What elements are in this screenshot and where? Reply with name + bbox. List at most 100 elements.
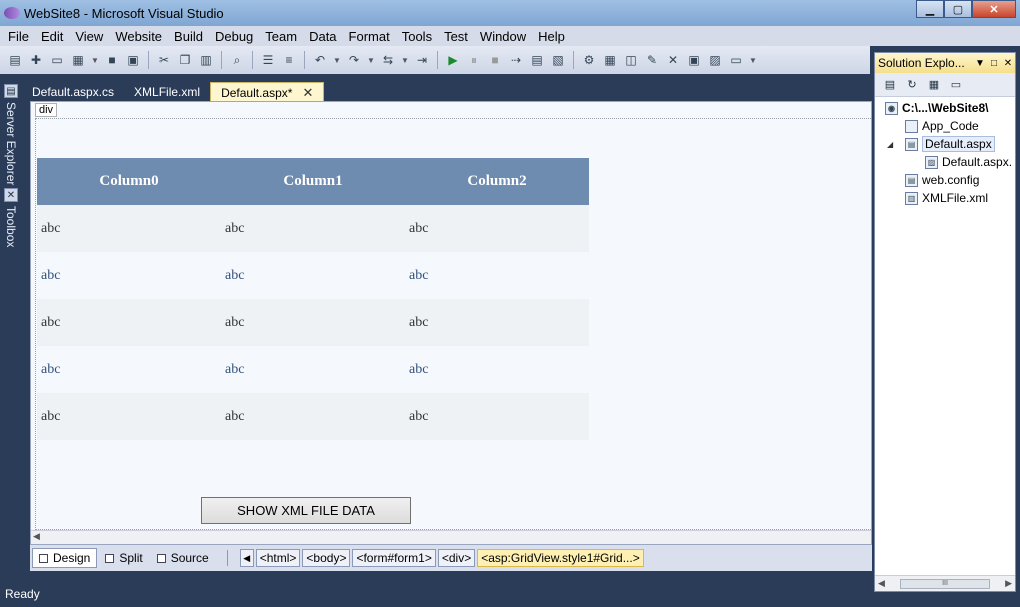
solution-explorer-icon[interactable]: ▦ (601, 51, 619, 69)
menu-website[interactable]: Website (109, 29, 168, 44)
maximize-panel-icon[interactable]: □ (987, 58, 1001, 69)
tree-item-web-config[interactable]: ▤ web.config (875, 171, 1015, 189)
view-code-icon[interactable]: ▭ (947, 76, 965, 94)
cut-icon[interactable]: ✂ (155, 51, 173, 69)
menu-test[interactable]: Test (438, 29, 474, 44)
menu-data[interactable]: Data (303, 29, 342, 44)
tag-nav-left-icon[interactable]: ◀ (239, 549, 254, 567)
menu-help[interactable]: Help (532, 29, 571, 44)
dropdown-arrow-icon[interactable]: ▼ (400, 51, 410, 69)
grid-cell: abc (405, 393, 589, 440)
menu-window[interactable]: Window (474, 29, 532, 44)
find-icon[interactable]: ⌕ (228, 51, 246, 69)
navigate-forward-icon[interactable]: ⇥ (413, 51, 431, 69)
gridview[interactable]: Column0 Column1 Column2 abc abc abc abc … (37, 158, 589, 440)
tools-icon[interactable]: ✕ (664, 51, 682, 69)
menu-team[interactable]: Team (259, 29, 303, 44)
source-view-button[interactable]: Source (151, 548, 215, 568)
server-explorer-tab[interactable]: ▤ Server Explorer (2, 84, 20, 185)
scroll-thumb[interactable]: III (900, 578, 990, 589)
toolbox-tab[interactable]: ✕ Toolbox (2, 188, 20, 247)
dropdown-arrow-icon[interactable]: ▼ (90, 51, 100, 69)
tree-item-label: App_Code (922, 119, 979, 133)
close-tab-icon[interactable]: ✕ (302, 85, 313, 101)
design-surface[interactable]: div Column0 Column1 Column2 abc abc abc … (30, 101, 872, 545)
tag-form[interactable]: <form#form1> (352, 549, 436, 567)
add-item-icon[interactable]: ✚ (27, 51, 45, 69)
copy-icon[interactable]: ❐ (176, 51, 194, 69)
scroll-left-icon[interactable]: ◀ (33, 531, 40, 542)
save-all-icon[interactable]: ▣ (124, 51, 142, 69)
config-file-icon: ▤ (905, 173, 918, 187)
redo-icon[interactable]: ↷ (345, 51, 363, 69)
tree-item-app-code[interactable]: App_Code (875, 117, 1015, 135)
grid-cell: abc (221, 346, 405, 393)
dropdown-arrow-icon[interactable]: ▼ (332, 51, 342, 69)
close-button[interactable]: ✕ (972, 0, 1016, 18)
collapse-arrow-icon[interactable]: ◢ (887, 140, 893, 149)
add-icon[interactable]: ▦ (69, 51, 87, 69)
navigate-icon[interactable]: ⇆ (379, 51, 397, 69)
toolbox-icon[interactable]: ✎ (643, 51, 661, 69)
refresh-icon[interactable]: ↻ (903, 76, 921, 94)
tag-html[interactable]: <html> (255, 549, 301, 567)
tag-body[interactable]: <body> (302, 549, 351, 567)
tree-item-xmlfile[interactable]: ▥ XMLFile.xml (875, 189, 1015, 207)
tab-default-aspx-cs[interactable]: Default.aspx.cs (22, 82, 124, 102)
menu-edit[interactable]: Edit (35, 29, 69, 44)
tree-item-default-aspx-cs[interactable]: ▨ Default.aspx. (875, 153, 1015, 171)
menu-format[interactable]: Format (343, 29, 396, 44)
tab-xmlfile-xml[interactable]: XMLFile.xml (124, 82, 210, 102)
tree-item-default-aspx[interactable]: ◢ ▤ Default.aspx (875, 135, 1015, 153)
menu-debug[interactable]: Debug (209, 29, 259, 44)
new-project-icon[interactable]: ▤ (6, 51, 24, 69)
properties-icon[interactable]: ▤ (881, 76, 899, 94)
tag-gridview-current[interactable]: <asp:GridView.style1#Grid...> (477, 549, 644, 567)
tree-item-website-root[interactable]: ◉ C:\...\WebSite8\ (875, 99, 1015, 117)
menu-tools[interactable]: Tools (396, 29, 438, 44)
window-controls: ▁ ▢ ✕ (916, 0, 1016, 18)
pause-icon[interactable]: ⏸ (465, 51, 483, 69)
nest-related-files-icon[interactable]: ▦ (925, 76, 943, 94)
extension-icon[interactable]: ▨ (706, 51, 724, 69)
dropdown-arrow-icon[interactable]: ▼ (366, 51, 376, 69)
designer-horizontal-scrollbar[interactable]: ◀ (31, 530, 871, 544)
outdent-icon[interactable]: ≡ (280, 51, 298, 69)
undo-icon[interactable]: ↶ (311, 51, 329, 69)
class-view-icon[interactable]: ▣ (685, 51, 703, 69)
menu-file[interactable]: File (2, 29, 35, 44)
tab-label: Default.aspx* (221, 85, 293, 100)
menu-view[interactable]: View (69, 29, 109, 44)
grid-cell: abc (221, 393, 405, 440)
design-view-button[interactable]: Design (32, 548, 98, 568)
tag-div[interactable]: <div> (437, 549, 476, 567)
tree-item-label: Default.aspx. (942, 155, 1013, 169)
minimize-button[interactable]: ▁ (916, 0, 944, 18)
start-icon[interactable]: ▶ (444, 51, 462, 69)
cs-file-icon: ▨ (925, 155, 938, 169)
tab-default-aspx[interactable]: Default.aspx* ✕ (210, 82, 325, 102)
stop-icon[interactable]: ■ (486, 51, 504, 69)
grid-header-cell: Column2 (405, 158, 589, 205)
show-xml-file-data-button[interactable]: SHOW XML FILE DATA (201, 497, 411, 524)
paste-icon[interactable]: ▥ (197, 51, 215, 69)
comment-icon[interactable]: ▤ (528, 51, 546, 69)
div-tag-label[interactable]: div (35, 103, 58, 117)
step-icon[interactable]: ⇢ (507, 51, 525, 69)
maximize-button[interactable]: ▢ (944, 0, 972, 18)
close-panel-icon[interactable]: ✕ (1001, 58, 1015, 69)
solution-explorer-horizontal-scrollbar[interactable]: ◀ III ▶ (875, 575, 1015, 591)
uncomment-icon[interactable]: ▧ (549, 51, 567, 69)
menu-build[interactable]: Build (168, 29, 209, 44)
properties-icon[interactable]: ⚙ (580, 51, 598, 69)
open-icon[interactable]: ▭ (48, 51, 66, 69)
indent-icon[interactable]: ☰ (259, 51, 277, 69)
save-icon[interactable]: ■ (103, 51, 121, 69)
toolbar-options-icon[interactable]: ▼ (748, 51, 758, 69)
scroll-right-icon[interactable]: ▶ (1005, 578, 1012, 589)
split-view-button[interactable]: Split (99, 548, 148, 568)
scroll-left-icon[interactable]: ◀ (878, 578, 885, 589)
object-browser-icon[interactable]: ◫ (622, 51, 640, 69)
window-position-icon[interactable]: ▼ (973, 58, 987, 69)
output-icon[interactable]: ▭ (727, 51, 745, 69)
